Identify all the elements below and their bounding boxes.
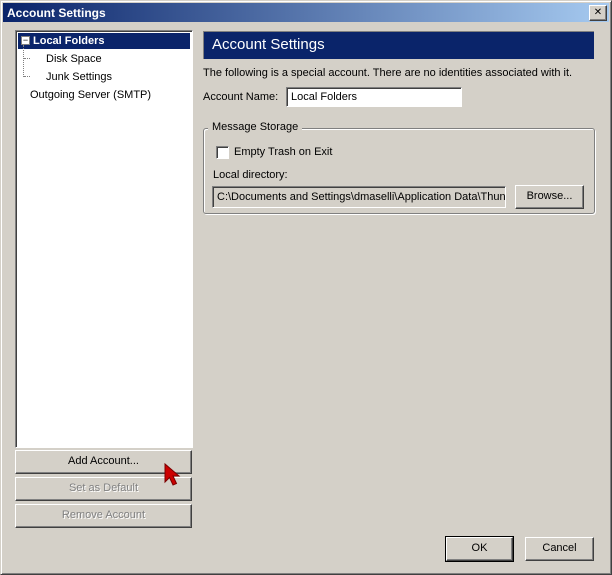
- window-title: Account Settings: [7, 6, 106, 20]
- tree-item-label: Outgoing Server (SMTP): [30, 89, 152, 101]
- tree-item-label: Local Folders: [33, 35, 105, 47]
- local-directory-label: Local directory:: [213, 169, 288, 181]
- empty-trash-checkbox[interactable]: [216, 146, 229, 159]
- close-icon: ✕: [593, 7, 603, 18]
- cancel-button[interactable]: Cancel: [525, 537, 594, 561]
- browse-button[interactable]: Browse...: [515, 185, 584, 209]
- account-name-input[interactable]: Local Folders: [286, 87, 462, 107]
- ok-button[interactable]: OK: [445, 536, 514, 562]
- account-name-label: Account Name:: [203, 91, 279, 103]
- tree-item-outgoing-server[interactable]: Outgoing Server (SMTP): [30, 87, 151, 103]
- panel-header: Account Settings: [203, 31, 594, 59]
- tree-item-label: Disk Space: [46, 53, 102, 65]
- panel-header-title: Account Settings: [212, 36, 325, 53]
- title-bar[interactable]: Account Settings ✕: [3, 3, 609, 22]
- close-button[interactable]: ✕: [589, 5, 607, 21]
- tree-connector-line: [24, 58, 30, 59]
- remove-account-button[interactable]: Remove Account: [15, 504, 192, 528]
- local-directory-field[interactable]: C:\Documents and Settings\dmaselli\Appli…: [212, 186, 506, 208]
- empty-trash-label[interactable]: Empty Trash on Exit: [234, 146, 332, 158]
- panel-description: The following is a special account. Ther…: [203, 67, 573, 79]
- arrow-cursor-icon: [164, 462, 181, 486]
- tree-item-junk-settings[interactable]: Junk Settings: [46, 69, 112, 85]
- tree-connector-line: [23, 45, 24, 77]
- tree-item-disk-space[interactable]: Disk Space: [46, 51, 102, 67]
- tree-connector-line: [24, 76, 30, 77]
- message-storage-legend: Message Storage: [208, 121, 303, 133]
- tree-item-local-folders[interactable]: − Local Folders: [18, 33, 190, 49]
- tree-item-label: Junk Settings: [46, 71, 113, 83]
- account-tree[interactable]: − Local Folders Disk Space Junk Settings …: [15, 30, 193, 448]
- collapse-icon[interactable]: −: [21, 36, 30, 45]
